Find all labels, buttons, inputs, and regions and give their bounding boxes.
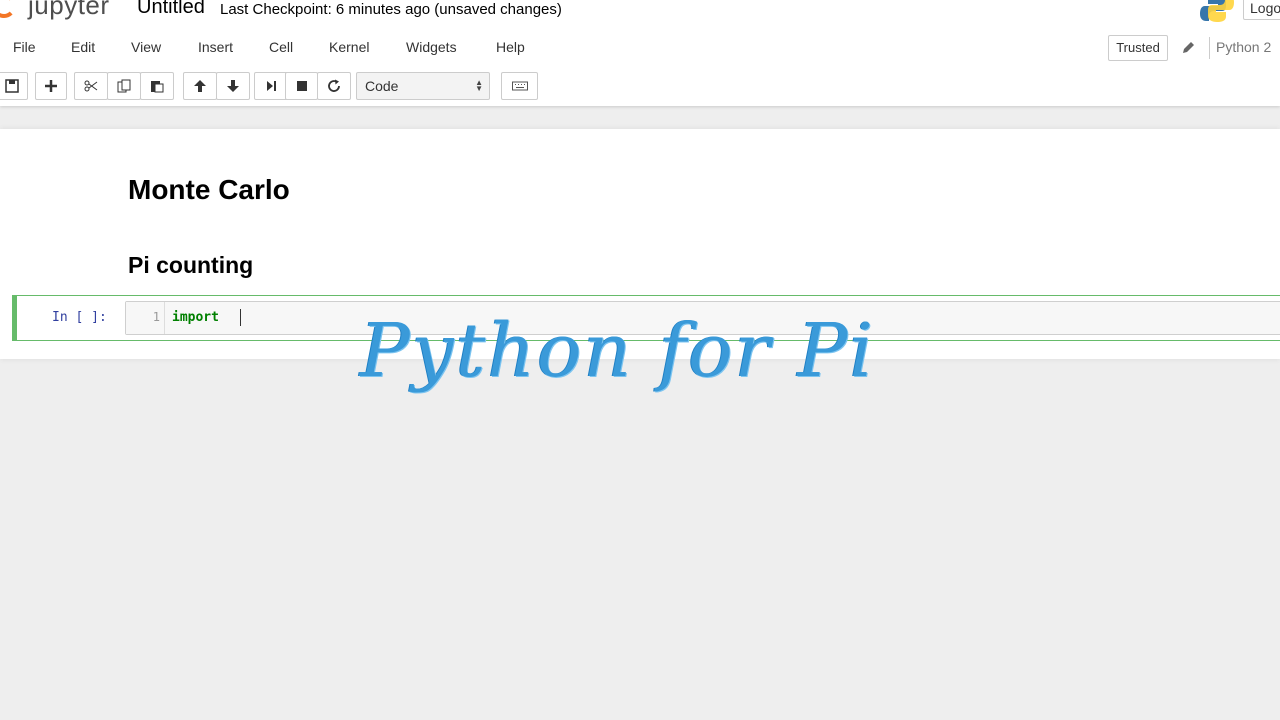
arrow-up-icon [194, 80, 206, 92]
paste-icon [151, 81, 164, 93]
python-logo-icon [1200, 0, 1234, 22]
kernel-name[interactable]: Python 2 [1216, 39, 1271, 55]
plus-icon [45, 80, 57, 92]
arrow-down-icon [227, 80, 239, 92]
markdown-heading-1[interactable]: Monte Carlo [128, 174, 290, 206]
line-number: 1 [152, 310, 160, 324]
move-down-button[interactable] [216, 72, 250, 100]
move-up-button[interactable] [183, 72, 217, 100]
video-caption-overlay: Python for Pi [360, 308, 876, 394]
markdown-heading-2[interactable]: Pi counting [128, 252, 253, 279]
select-arrows-icon: ▲ ▼ [475, 78, 483, 93]
code-keyword: import [172, 310, 219, 325]
menu-edit[interactable]: Edit [71, 39, 95, 55]
interrupt-button[interactable] [285, 72, 318, 100]
menu-view[interactable]: View [131, 39, 161, 55]
paste-button[interactable] [140, 72, 174, 100]
jupyter-logo[interactable]: jupyter [0, 0, 125, 22]
menu-widgets[interactable]: Widgets [406, 39, 457, 55]
restart-button[interactable] [317, 72, 351, 100]
logo-text: jupyter [28, 0, 110, 20]
menu-cell[interactable]: Cell [269, 39, 293, 55]
cell-type-select[interactable]: Code ▲ ▼ [356, 72, 490, 100]
command-palette-button[interactable] [501, 72, 538, 100]
cell-type-value: Code [365, 78, 399, 94]
restart-icon [328, 79, 340, 92]
stop-icon [296, 81, 307, 91]
menu-file[interactable]: File [13, 39, 36, 55]
notebook-header: jupyter Untitled Last Checkpoint: 6 minu… [0, 0, 1280, 106]
insert-cell-button[interactable] [35, 72, 67, 100]
save-icon [5, 79, 19, 93]
copy-icon [117, 79, 131, 93]
keyboard-icon [511, 81, 528, 91]
checkpoint-status: Last Checkpoint: 6 minutes ago (unsaved … [220, 1, 562, 18]
line-gutter: 1 [126, 302, 165, 334]
notebook-title[interactable]: Untitled [137, 0, 205, 19]
run-step-icon [267, 81, 276, 91]
jupyter-arc-icon [0, 0, 16, 18]
kernel-separator [1209, 37, 1210, 59]
logout-button[interactable]: Logo [1243, 0, 1280, 20]
menubar: File Edit View Insert Cell Kernel Widget… [0, 34, 1280, 62]
cut-icon [84, 80, 98, 92]
cut-button[interactable] [74, 72, 108, 100]
run-button[interactable] [254, 72, 288, 100]
input-prompt: In [ ]: [52, 310, 107, 325]
menu-kernel[interactable]: Kernel [329, 39, 369, 55]
trusted-indicator[interactable]: Trusted [1108, 35, 1168, 61]
save-button[interactable] [0, 72, 28, 100]
menu-insert[interactable]: Insert [198, 39, 233, 55]
pencil-icon[interactable] [1180, 40, 1196, 56]
text-cursor [240, 309, 241, 326]
menu-help[interactable]: Help [496, 39, 525, 55]
copy-button[interactable] [107, 72, 141, 100]
